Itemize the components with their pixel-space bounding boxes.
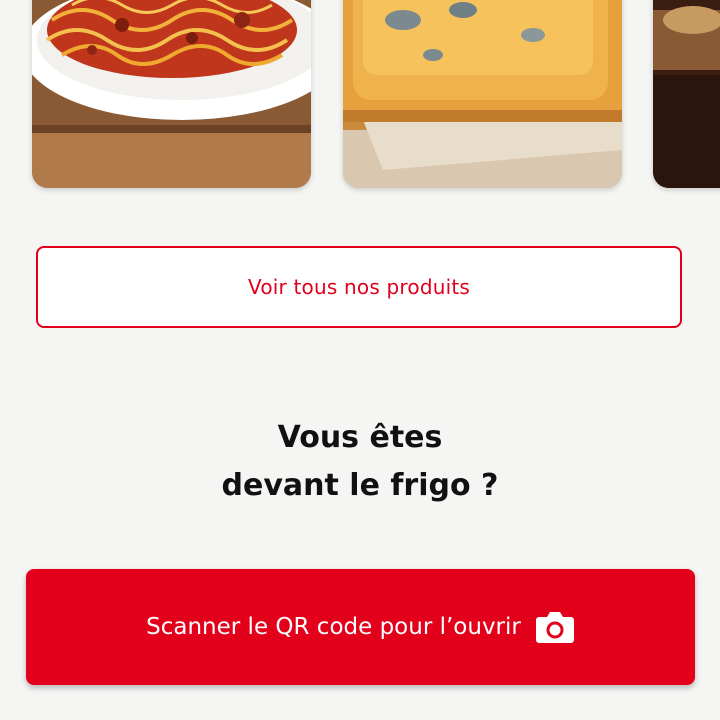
- product-card-pastry[interactable]: [343, 0, 622, 188]
- see-all-products-label: Voir tous nos produits: [247, 275, 471, 299]
- dessert-icon: [653, 0, 720, 188]
- headline-line-1: Vous êtes: [277, 420, 443, 455]
- headline-line-2: devant le frigo ?: [221, 468, 499, 503]
- product-card-spaghetti[interactable]: [32, 0, 311, 188]
- spaghetti-icon: [32, 0, 311, 188]
- camera-icon: [535, 609, 575, 645]
- pastry-icon: [343, 0, 622, 188]
- product-card-dessert[interactable]: [653, 0, 720, 188]
- scan-qr-label: Scanner le QR code pour l’ouvrir: [146, 614, 521, 640]
- scan-qr-button[interactable]: Scanner le QR code pour l’ouvrir: [26, 569, 695, 685]
- fridge-headline: Vous êtes devant le frigo ?: [0, 414, 720, 510]
- see-all-products-button[interactable]: Voir tous nos produits: [36, 246, 682, 328]
- page: Voir tous nos produits Vous êtes devant …: [0, 0, 720, 720]
